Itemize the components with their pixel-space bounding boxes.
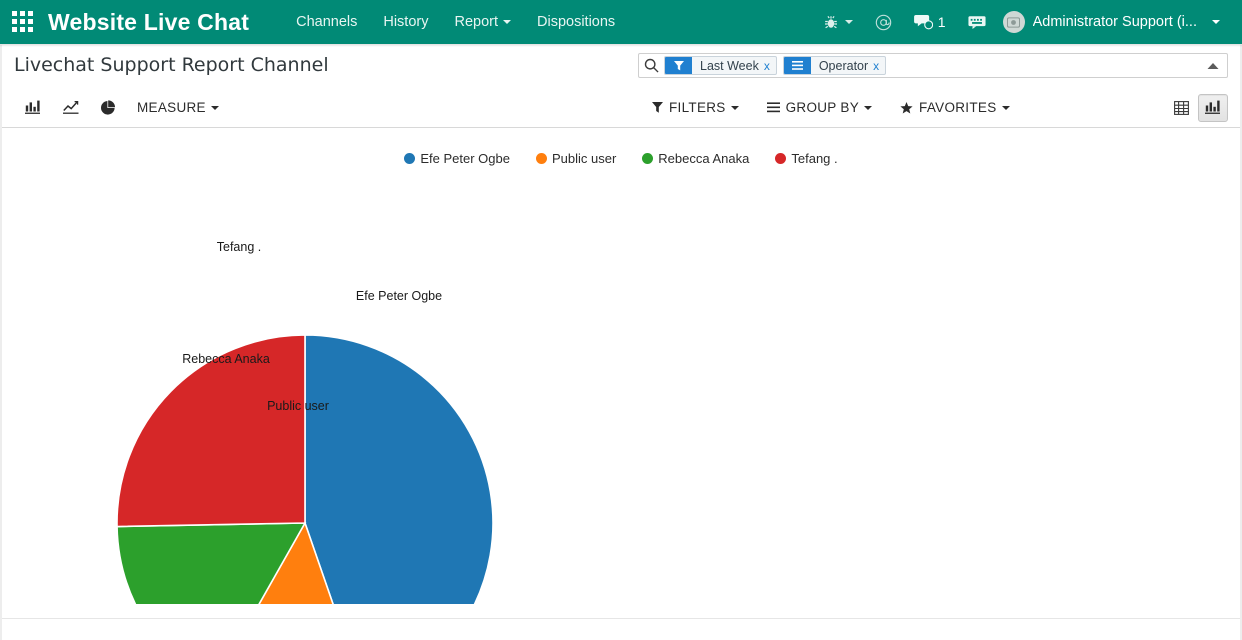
nav-link-history[interactable]: History bbox=[370, 8, 441, 36]
page-edge-left bbox=[0, 45, 2, 640]
apps-dot bbox=[20, 19, 25, 24]
legend-label: Public user bbox=[551, 151, 617, 166]
filter-facet-last-week[interactable]: Last Week x bbox=[664, 56, 777, 75]
apps-dot bbox=[20, 27, 25, 32]
remove-facet-icon[interactable]: x bbox=[873, 59, 885, 73]
user-avatar bbox=[1002, 11, 1025, 33]
group-by-label: GROUP BY bbox=[785, 100, 860, 115]
user-menu[interactable]: Administrator Support (i... bbox=[997, 8, 1228, 36]
apps-dot bbox=[28, 11, 33, 16]
legend-item[interactable]: Rebecca Anaka bbox=[642, 151, 749, 166]
main-nav: Channels History Report Dispositions bbox=[283, 8, 628, 36]
user-name-label: Administrator Support (i... bbox=[1032, 14, 1197, 30]
bar-chart-icon[interactable] bbox=[14, 96, 52, 119]
group-by-lines-icon bbox=[783, 57, 811, 74]
legend-item[interactable]: Public user bbox=[535, 151, 617, 166]
chart-legend: Efe Peter Ogbe Public user Rebecca Anaka… bbox=[0, 151, 1242, 166]
chevron-up-icon[interactable] bbox=[1203, 62, 1223, 70]
legend-color-swatch bbox=[775, 153, 787, 164]
apps-dot bbox=[12, 27, 17, 32]
chevron-down-icon bbox=[730, 105, 739, 110]
apps-dot bbox=[20, 11, 25, 16]
apps-dot bbox=[12, 11, 17, 16]
app-brand-title[interactable]: Website Live Chat bbox=[48, 9, 249, 36]
graph-view-icon[interactable] bbox=[1198, 93, 1228, 122]
chart-container: Efe Peter Ogbe Public user Rebecca Anaka… bbox=[0, 128, 1242, 604]
nav-link-report[interactable]: Report bbox=[441, 8, 524, 36]
line-chart-icon[interactable] bbox=[52, 96, 90, 119]
pie-slice[interactable] bbox=[116, 334, 306, 528]
chevron-down-icon bbox=[210, 105, 219, 110]
search-icon bbox=[644, 58, 659, 73]
at-mention-icon[interactable] bbox=[864, 10, 903, 35]
toolbar-left-group: MEASURE bbox=[14, 96, 229, 119]
apps-dot bbox=[28, 27, 33, 32]
filter-funnel-icon bbox=[652, 102, 663, 113]
favorites-dropdown[interactable]: FAVORITES bbox=[888, 96, 1021, 119]
bug-icon[interactable] bbox=[813, 11, 864, 34]
legend-item[interactable]: Tefang . bbox=[775, 151, 838, 166]
legend-label: Tefang . bbox=[791, 151, 838, 166]
chevron-down-icon bbox=[1212, 20, 1220, 24]
toolbar-center-group: FILTERS GROUP BY FAVORITES bbox=[640, 96, 1022, 119]
measure-dropdown[interactable]: MEASURE bbox=[127, 96, 229, 119]
facet-label: Operator bbox=[818, 58, 869, 73]
messages-count-badge: 1 bbox=[937, 14, 946, 30]
nav-link-label: Dispositions bbox=[537, 14, 616, 30]
navbar-right-tools: 1 Administrator Support (i... bbox=[813, 8, 1232, 36]
nav-link-channels[interactable]: Channels bbox=[283, 8, 370, 36]
slice-label-tefang: Tefang . bbox=[216, 240, 262, 254]
view-toolbar: MEASURE FILTERS GROUP BY FAVORITES bbox=[0, 88, 1242, 128]
search-input[interactable]: Last Week x Operator x bbox=[638, 53, 1228, 78]
pie-chart bbox=[116, 334, 494, 604]
filters-dropdown[interactable]: FILTERS bbox=[640, 96, 751, 119]
star-icon bbox=[900, 101, 913, 114]
bottom-scroll-strip[interactable] bbox=[0, 618, 1242, 640]
chevron-down-icon bbox=[1001, 105, 1010, 110]
group-by-dropdown[interactable]: GROUP BY bbox=[755, 96, 884, 119]
legend-item[interactable]: Efe Peter Ogbe bbox=[404, 151, 510, 166]
page-title: Livechat Support Report Channel bbox=[14, 54, 329, 76]
filters-label: FILTERS bbox=[669, 100, 726, 115]
facet-label: Last Week bbox=[700, 58, 759, 73]
apps-grid-icon[interactable] bbox=[12, 11, 34, 33]
legend-color-swatch bbox=[535, 153, 547, 164]
legend-label: Efe Peter Ogbe bbox=[420, 151, 510, 166]
list-view-icon[interactable] bbox=[1166, 94, 1196, 122]
groupby-facet-operator[interactable]: Operator x bbox=[782, 56, 887, 75]
toolbar-right-group bbox=[1166, 93, 1228, 122]
slice-label-efe-peter-ogbe: Efe Peter Ogbe bbox=[355, 289, 443, 303]
chat-bubble-icon[interactable]: 1 bbox=[903, 10, 957, 34]
top-navbar: Website Live Chat Channels History Repor… bbox=[0, 0, 1242, 44]
messaging-icon[interactable] bbox=[957, 11, 997, 34]
remove-facet-icon[interactable]: x bbox=[764, 59, 776, 73]
chevron-down-icon bbox=[503, 20, 512, 25]
pie-chart-icon[interactable] bbox=[90, 96, 127, 119]
legend-label: Rebecca Anaka bbox=[658, 151, 750, 166]
favorites-label: FAVORITES bbox=[919, 100, 997, 115]
nav-link-label: Report bbox=[454, 14, 499, 30]
legend-color-swatch bbox=[642, 153, 654, 164]
pie-chart-svg[interactable] bbox=[116, 334, 494, 604]
nav-link-label: History bbox=[383, 14, 429, 30]
legend-color-swatch bbox=[404, 153, 416, 164]
filter-funnel-icon bbox=[665, 57, 692, 74]
chevron-down-icon bbox=[864, 105, 873, 110]
pie-slice[interactable] bbox=[304, 334, 494, 604]
measure-label: MEASURE bbox=[137, 100, 206, 115]
apps-dot bbox=[28, 19, 33, 24]
apps-dot bbox=[12, 19, 17, 24]
nav-link-label: Channels bbox=[296, 14, 358, 30]
group-by-lines-icon bbox=[766, 102, 780, 113]
nav-link-dispositions[interactable]: Dispositions bbox=[524, 8, 628, 36]
chevron-down-icon bbox=[844, 20, 853, 24]
